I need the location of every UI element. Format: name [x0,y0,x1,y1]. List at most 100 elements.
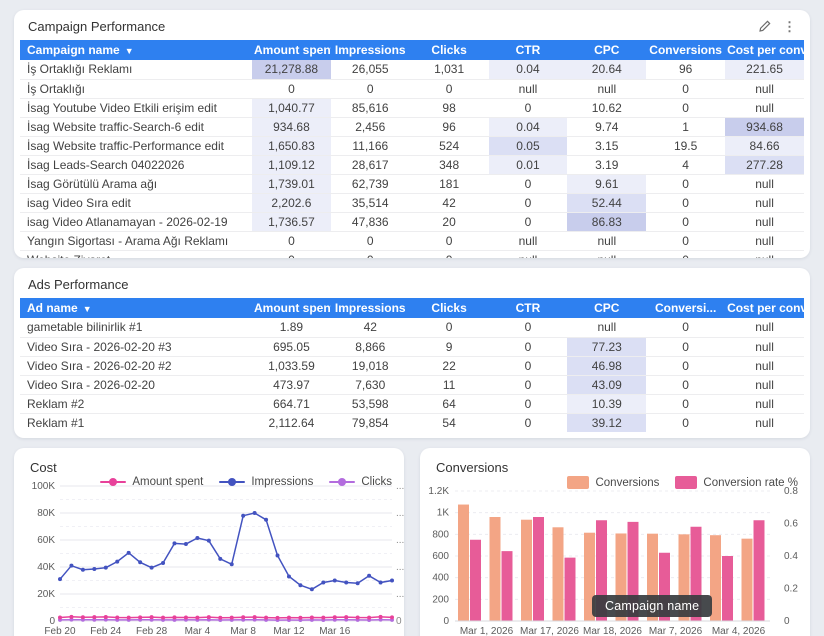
table-cell: 221.65 [725,60,804,80]
chart-tooltip: Campaign name [592,595,713,617]
legend-item[interactable]: Clicks [329,476,392,488]
charts-row: Cost Amount spent Impressions Clicks 100K.… [14,448,810,636]
table-cell: İsag Youtube Video Etkili erişim edit [20,98,252,118]
cost-chart-legend: Amount spent Impressions Clicks [100,476,392,488]
column-header[interactable]: Clicks [409,40,489,60]
table-cell: 277.28 [725,155,804,175]
column-header[interactable]: CPC [567,40,647,60]
table-cell: 934.68 [252,117,331,137]
table-cell: null [725,193,804,213]
table-cell: 0 [330,231,410,251]
svg-text:Mar 18, 2026: Mar 18, 2026 [583,626,642,636]
conversions-chart-card: Conversions Conversions Conversion rate %… [420,448,810,636]
table-cell: 181 [409,174,489,194]
table-cell: 0 [409,318,489,338]
table-cell: 53,598 [330,394,410,414]
svg-text:800: 800 [432,529,449,540]
table-cell: 0 [331,250,410,258]
table-cell: null [725,337,804,357]
svg-text:600: 600 [432,551,449,562]
column-header[interactable]: CTR [488,298,568,318]
cost-line-chart[interactable]: 100K ...80K ...60K ...40K ...20K ...0 0Feb 20 F… [14,481,404,636]
svg-text:Feb 24: Feb 24 [90,626,122,636]
column-header[interactable]: CPC [567,298,647,318]
table-cell: null [725,174,804,194]
edit-icon[interactable] [759,20,771,34]
table-cell: 0.05 [488,136,568,156]
column-header[interactable]: Conversions [646,40,726,60]
svg-text:80K: 80K [37,508,55,519]
table-cell: 0 [646,250,725,258]
svg-text:Mar 8: Mar 8 [230,626,256,636]
table-cell: 35,514 [330,193,410,213]
column-header[interactable]: CTR [488,40,568,60]
kebab-menu-icon[interactable]: ⋮ [783,20,796,33]
table-cell: 52.44 [567,193,647,213]
table-cell: 28,617 [330,155,410,175]
table-cell: 0 [252,250,331,258]
svg-text:...: ... [396,589,404,600]
legend-item[interactable]: Amount spent [100,476,203,488]
table-cell: 0 [488,394,568,414]
svg-text:0: 0 [396,616,402,627]
table-cell: 39.12 [567,413,647,432]
table-cell: null [725,250,804,258]
table-cell: 0 [252,231,331,251]
table-cell: 0 [524,415,532,430]
svg-text:60K: 60K [37,535,55,546]
legend-item[interactable]: Impressions [219,476,313,488]
table-cell: 2,456 [330,117,410,137]
table-cell: İsag Görütülü Arama ağı [20,174,252,194]
legend-item[interactable]: Conversions [567,476,659,489]
column-header[interactable]: Clicks [409,298,489,318]
svg-text:0.4: 0.4 [784,551,798,562]
table-cell: 11,166 [330,136,410,156]
legend-swatch-icon [567,476,590,489]
table-row: isag Video Atlanamayan - 2026-02-19 1,736… [20,212,804,232]
table-cell: 0 [488,174,568,194]
column-header[interactable]: Amount spent [252,40,331,60]
table-cell: 19,018 [330,356,410,376]
table-cell: 77.23 [567,337,647,357]
table-cell: İsag Website traffic-Performance edit [20,136,252,156]
column-header[interactable]: Impressions [330,298,410,318]
svg-text:Mar 1, 2026: Mar 1, 2026 [460,626,514,636]
table-cell: Reklam #2 [20,394,252,414]
table-cell: 0.01 [488,155,568,175]
column-header[interactable]: Cost per conv... [725,298,804,318]
column-header[interactable]: Amount spent [252,298,331,318]
table-row: İş Ortaklığı 0 0 0 null null 0 null [20,79,804,99]
legend-item[interactable]: Conversion rate % [675,476,798,489]
table-cell: 0.04 [488,117,568,137]
column-header[interactable]: Impressions [330,40,410,60]
table-cell: 86.83 [567,212,647,232]
table-cell: isag Video Atlanamayan - 2026-02-19 [20,212,252,232]
table-cell: 0 [488,356,568,376]
svg-text:Mar 4, 2026: Mar 4, 2026 [712,626,766,636]
table-cell: Video Sıra - 2026-02-20 [20,375,252,395]
svg-text:Mar 17, 2026: Mar 17, 2026 [520,626,579,636]
table-cell: 20.64 [567,60,647,80]
column-header[interactable]: Campaign name ▼ [20,40,252,60]
column-header[interactable]: Cost per conver... [725,40,804,60]
svg-text:20K: 20K [37,589,55,600]
sort-arrow-icon: ▼ [82,304,92,314]
table-cell: 54 [442,415,456,430]
table-cell: 64 [409,394,489,414]
table-cell: 8,866 [330,337,410,357]
column-header[interactable]: Ad name ▼ [20,298,252,318]
table-cell: 0 [646,375,726,395]
table-cell: 10.62 [567,98,647,118]
table-cell: 0 [646,394,726,414]
table-cell: 473.97 [252,375,331,395]
table-cell: 96 [409,117,489,137]
table-cell: 664.71 [252,394,331,414]
svg-text:400: 400 [432,573,449,584]
table-cell: 348 [409,155,489,175]
column-header[interactable]: Conversi... [646,298,726,318]
table-cell: null [725,79,804,99]
table-cell: null [488,231,568,251]
table-cell: 0 [488,318,568,338]
svg-text:...: ... [396,508,404,519]
table-cell: null [725,375,804,395]
